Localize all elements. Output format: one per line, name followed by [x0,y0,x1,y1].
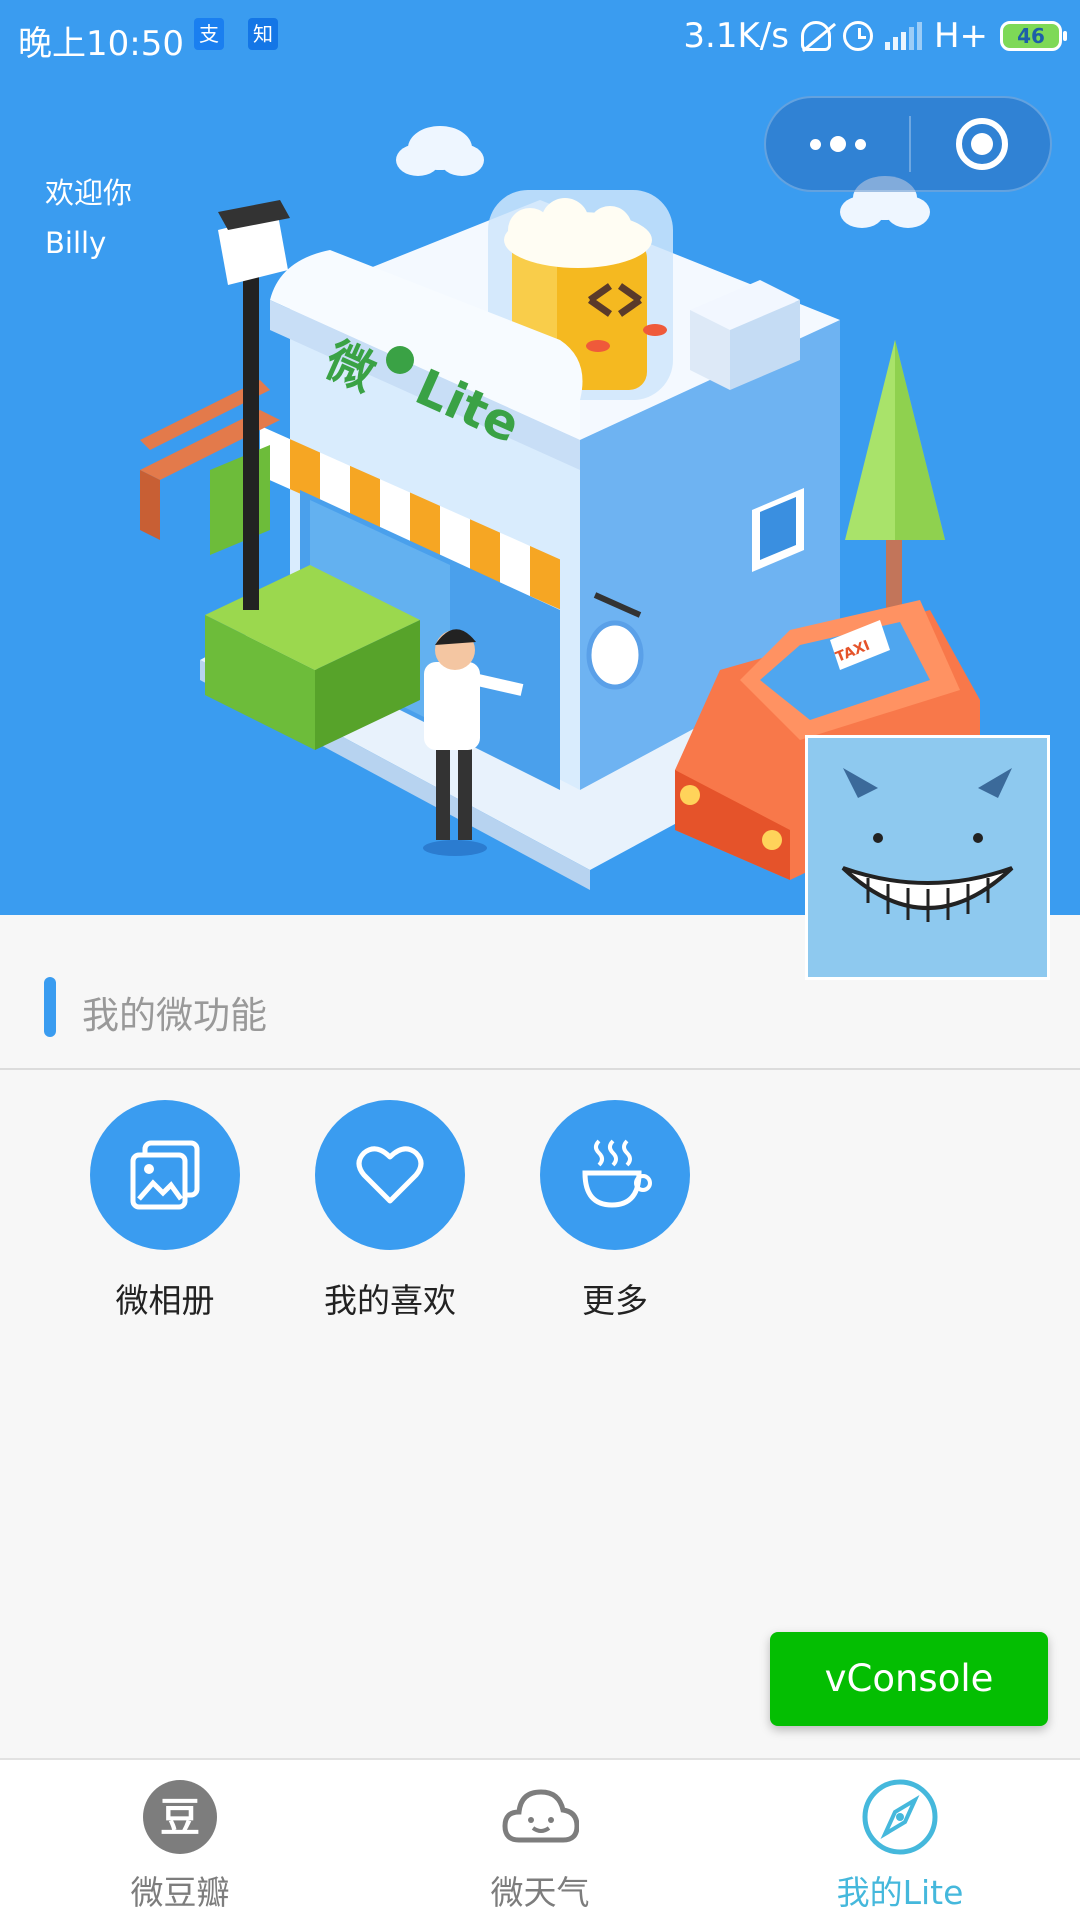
feature-icon-circle [90,1100,240,1250]
alarm-icon [842,21,873,51]
status-time: 晚上10:50 [18,24,184,64]
alipay-notification-icon: 支 [194,18,224,50]
feature-more[interactable]: 更多 [515,1100,715,1322]
net-speed: 3.1K/s [683,16,789,56]
tab-bar: 豆 微豆瓣 微天气 我的Lite [0,1758,1080,1920]
vconsole-button[interactable]: vConsole [770,1632,1048,1726]
coffee-cup-icon [582,1139,652,1208]
compass-icon [861,1778,939,1856]
miniprogram-capsule [764,96,1052,192]
feature-my-favorites[interactable]: 我的喜欢 [290,1100,490,1322]
more-menu-button[interactable] [766,98,910,190]
avatar[interactable] [805,735,1050,980]
more-dot-icon [855,138,866,150]
devil-face-icon [841,768,1014,922]
welcome-text: 欢迎你 [45,176,133,210]
tab-douban[interactable]: 豆 微豆瓣 [30,1778,330,1914]
tab-my-lite[interactable]: 我的Lite [750,1778,1050,1914]
douban-icon: 豆 [141,1778,219,1856]
heart-icon [356,1146,424,1204]
section-accent-bar [44,977,56,1037]
cloud-icon [501,1778,580,1856]
username: Billy [45,226,107,260]
welcome-block: 欢迎你 Billy [45,168,132,268]
photo-album-icon [130,1140,200,1210]
more-dot-icon [810,138,821,150]
capsule-divider [909,116,911,172]
feature-label: 我的喜欢 [324,1281,456,1320]
tab-label: 我的Lite [836,1873,964,1912]
more-dot-icon [830,136,846,152]
feature-photo-album[interactable]: 微相册 [65,1100,265,1322]
battery-icon: 46 [1000,21,1067,51]
feature-icon-circle [315,1100,465,1250]
status-bar: 晚上10:50 支 知 3.1K/s H+ 46 [0,0,1080,74]
zhihu-notification-icon: 知 [248,18,278,50]
tab-weather[interactable]: 微天气 [390,1778,690,1914]
tab-label: 微天气 [490,1873,590,1912]
section-title: 我的微功能 [82,994,267,1037]
feature-label: 更多 [582,1281,648,1320]
feature-label: 微相册 [115,1281,215,1320]
muted-bell-icon [800,21,831,51]
close-miniprogram-button[interactable] [956,118,1008,170]
status-right-group: 3.1K/s H+ 46 [683,16,1067,56]
network-type: H+ [933,16,988,56]
signal-icon [884,22,922,50]
tab-label: 微豆瓣 [130,1873,230,1912]
douban-icon-char: 豆 [160,1795,200,1841]
feature-grid: 微相册 我的喜欢 更多 [0,1100,1080,1320]
feature-icon-circle [540,1100,690,1250]
